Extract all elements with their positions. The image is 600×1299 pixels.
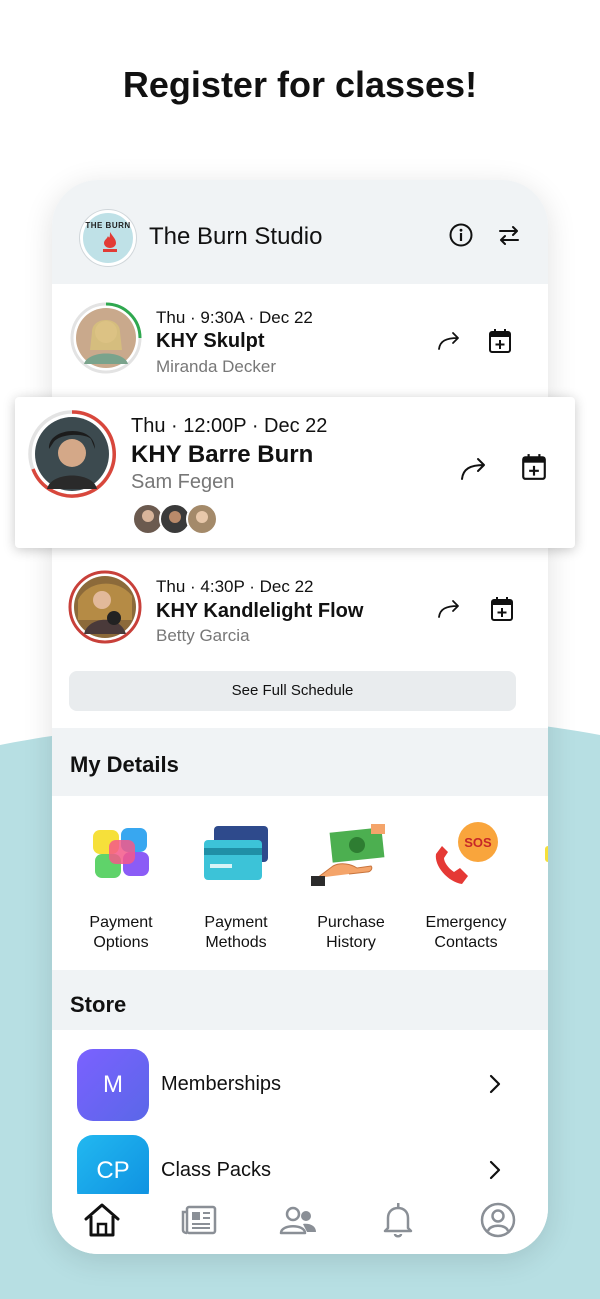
attendee-avatar xyxy=(186,503,218,535)
info-icon[interactable] xyxy=(448,222,474,248)
home-icon[interactable] xyxy=(82,1200,122,1240)
share-icon[interactable] xyxy=(436,329,464,353)
detail-label: Options xyxy=(93,934,149,951)
see-full-schedule-button[interactable]: See Full Schedule xyxy=(69,671,516,711)
class-name: KHY Barre Burn xyxy=(131,441,314,468)
credit-cards-icon xyxy=(204,826,268,880)
instructor-avatar xyxy=(68,570,142,644)
class-name: KHY Kandlelight Flow xyxy=(156,600,364,622)
studio-logo: THE BURN xyxy=(80,210,136,266)
bell-icon[interactable] xyxy=(378,1200,418,1240)
add-to-calendar-icon[interactable] xyxy=(521,453,547,481)
flame-icon xyxy=(103,232,117,252)
phone-screen: THE BURN The Burn Studio Thu · 9:30A · D… xyxy=(52,180,548,1254)
detail-label: Payment xyxy=(89,914,153,931)
detail-label: Emergency xyxy=(425,914,507,931)
featured-class-card[interactable]: Thu · 12:00P · Dec 22 KHY Barre Burn Sam… xyxy=(15,397,575,548)
chevron-right-icon xyxy=(489,1074,501,1094)
svg-text:SOS: SOS xyxy=(464,835,492,850)
account-icon[interactable] xyxy=(478,1200,518,1240)
payment-options-button[interactable]: Payment Options xyxy=(71,820,171,953)
store-header: Store xyxy=(52,970,548,1030)
attendee-avatars xyxy=(132,503,222,535)
class-time: Thu · 12:00P · Dec 22 xyxy=(131,415,328,437)
switch-icon[interactable] xyxy=(496,222,522,248)
chevron-right-icon xyxy=(489,1160,501,1180)
people-icon[interactable] xyxy=(278,1200,318,1240)
tab-bar xyxy=(52,1194,548,1254)
store-label: Class Packs xyxy=(161,1159,272,1181)
detail-label: Purchase xyxy=(317,914,385,931)
payment-options-icon xyxy=(93,828,149,878)
sos-phone-icon: SOS xyxy=(435,822,498,884)
share-icon[interactable] xyxy=(436,597,464,621)
purchase-history-button[interactable]: Purchase History xyxy=(301,820,401,953)
section-title: My Details xyxy=(70,752,179,777)
instructor-name: Miranda Decker xyxy=(156,357,276,376)
share-icon[interactable] xyxy=(459,455,491,483)
detail-label: Methods xyxy=(205,934,267,951)
store-badge: M xyxy=(77,1049,149,1121)
detail-label: Contacts xyxy=(434,934,498,951)
instructor-avatar xyxy=(28,410,116,498)
class-name: KHY Skulpt xyxy=(156,330,265,352)
class-time: Thu · 4:30P · Dec 22 xyxy=(156,577,314,596)
section-title: Store xyxy=(70,992,127,1017)
instructor-name: Sam Fegen xyxy=(131,471,235,493)
payment-methods-button[interactable]: Payment Methods xyxy=(186,820,286,953)
headline: Register for classes! xyxy=(122,64,478,105)
store-label: Memberships xyxy=(161,1073,282,1095)
my-details-header: My Details xyxy=(52,728,548,796)
detail-label: History xyxy=(326,934,376,951)
studio-logo-text: THE BURN xyxy=(85,221,131,230)
studio-header: THE BURN The Burn Studio xyxy=(52,180,548,284)
add-to-calendar-icon[interactable] xyxy=(490,596,514,622)
class-row[interactable]: Thu · 4:30P · Dec 22 KHY Kandlelight Flo… xyxy=(52,564,548,664)
emergency-contacts-button[interactable]: SOS Emergency Contacts xyxy=(416,820,516,953)
studio-name: The Burn Studio xyxy=(149,223,323,250)
instructor-avatar xyxy=(70,302,142,374)
class-time: Thu · 9:30A · Dec 22 xyxy=(156,308,313,327)
cash-hand-icon xyxy=(311,824,385,886)
next-detail-icon xyxy=(545,846,548,862)
add-to-calendar-icon[interactable] xyxy=(488,328,512,354)
store-item-memberships[interactable]: M Memberships xyxy=(77,1049,527,1121)
news-icon[interactable] xyxy=(180,1200,220,1240)
instructor-name: Betty Garcia xyxy=(156,626,250,645)
class-row[interactable]: Thu · 9:30A · Dec 22 KHY Skulpt Miranda … xyxy=(52,284,548,394)
detail-label: Payment xyxy=(204,914,268,931)
